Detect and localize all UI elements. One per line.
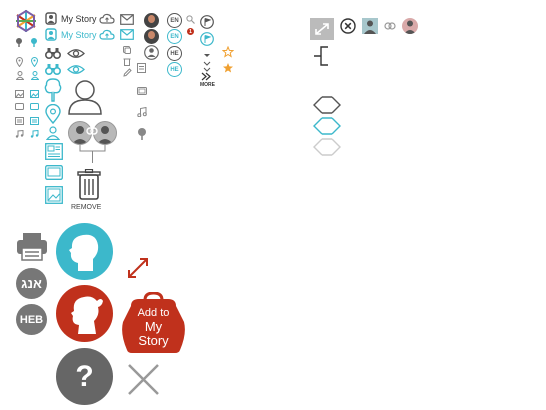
copy-icon[interactable] [123,46,131,54]
person-circle-icon[interactable] [144,45,159,60]
diamond-nav-icon-active[interactable] [313,117,341,135]
female-profile-avatar[interactable] [56,285,113,342]
location-pin-icon[interactable] [16,57,23,67]
pencil-icon[interactable] [123,68,132,77]
male-profile-avatar[interactable] [56,223,113,280]
person-large-outline-icon [68,80,102,115]
trash-small-icon[interactable] [123,57,131,66]
music-small-icon[interactable] [137,107,147,117]
notification-count-badge: 1 [187,28,194,35]
resize-arrows-icon[interactable] [126,256,150,280]
add-to-my-story-button[interactable]: Add to My Story [121,292,186,354]
lang-en-badge-active[interactable]: EN [167,29,182,44]
document-small-icon[interactable] [137,63,146,73]
caret-down-icon[interactable] [203,52,211,72]
envelope-icon[interactable] [120,14,134,25]
binoculars-icon-active[interactable] [45,63,61,75]
avatar-placeholder-round[interactable] [402,18,418,34]
video-small-icon[interactable] [137,87,147,95]
user-avatar-small-alt[interactable] [144,29,159,44]
lang-en-badge[interactable]: EN [167,13,182,28]
lang-he-badge[interactable]: HE [167,46,182,61]
my-label: My [144,319,163,334]
family-connector-lines [79,145,106,163]
expand-arrows-icon [315,23,329,35]
link-rings-icon [86,127,98,135]
lang-he-badge-active[interactable]: HE [167,62,182,77]
envelope-icon-active[interactable] [120,29,134,40]
trash-icon[interactable] [77,169,101,201]
binoculars-icon[interactable] [45,47,61,59]
print-icon[interactable] [16,232,48,261]
video-icon[interactable] [15,103,24,110]
music-icon[interactable] [15,130,24,138]
language-hebrew-button[interactable]: אנג [16,268,47,299]
location-pin-outline-icon[interactable] [45,104,61,124]
star-outline-icon[interactable] [222,46,234,58]
document-large-icon[interactable] [45,143,63,160]
search-icon[interactable] [186,15,195,24]
close-x-icon[interactable] [127,363,160,396]
person-outline-teal-icon[interactable] [46,126,60,140]
expand-button[interactable] [310,18,334,40]
my-story-label-active[interactable]: My Story [61,30,97,40]
language-heb-button[interactable]: HEB [16,304,47,335]
person-outline-icon[interactable] [16,71,24,80]
help-button[interactable]: ? [56,348,113,405]
flag-icon-active[interactable] [200,32,214,46]
person-outline-icon-active[interactable] [31,71,39,80]
my-story-label[interactable]: My Story [61,14,97,24]
more-label[interactable]: MORE [200,82,215,88]
tree-branch-connector-icon [314,46,328,66]
user-avatar-small[interactable] [144,13,159,28]
diamond-nav-icon[interactable] [313,96,341,114]
eye-icon[interactable] [67,48,85,59]
my-story-icon[interactable] [45,12,57,25]
document-icon[interactable] [15,117,24,125]
location-pin-icon-active[interactable] [31,57,38,67]
male-silhouette-icon [69,234,99,271]
image-icon-active[interactable] [30,90,39,98]
story-label: Story [138,333,169,348]
more-chevron-icon[interactable] [201,72,212,81]
remove-label[interactable]: REMOVE [71,204,101,211]
tree-logo-icon [16,9,36,33]
flag-icon[interactable] [200,15,214,29]
close-circle-icon[interactable] [340,18,356,34]
eye-icon-active[interactable] [67,64,85,75]
star-filled-icon[interactable] [222,62,234,74]
document-icon-active[interactable] [30,117,39,125]
cloud-upload-icon[interactable] [99,13,115,25]
tree-small-icon[interactable] [15,38,23,47]
cloud-upload-icon-active[interactable] [99,29,115,41]
music-icon-active[interactable] [30,130,39,138]
video-icon-active[interactable] [30,103,39,110]
tree-outline-icon[interactable] [44,78,62,102]
female-silhouette-icon [71,296,103,334]
my-story-icon-active[interactable] [45,28,57,41]
tree-small-icon-active[interactable] [30,38,38,47]
tree-small-gray-icon[interactable] [137,128,147,140]
link-rings-gray-icon [384,22,396,30]
avatar-placeholder-square[interactable] [362,18,378,34]
image-large-icon[interactable] [45,186,63,204]
diamond-nav-icon-disabled[interactable] [313,138,341,156]
image-icon[interactable] [15,90,24,98]
add-to-label: Add to [137,307,170,319]
video-large-icon[interactable] [45,165,63,180]
